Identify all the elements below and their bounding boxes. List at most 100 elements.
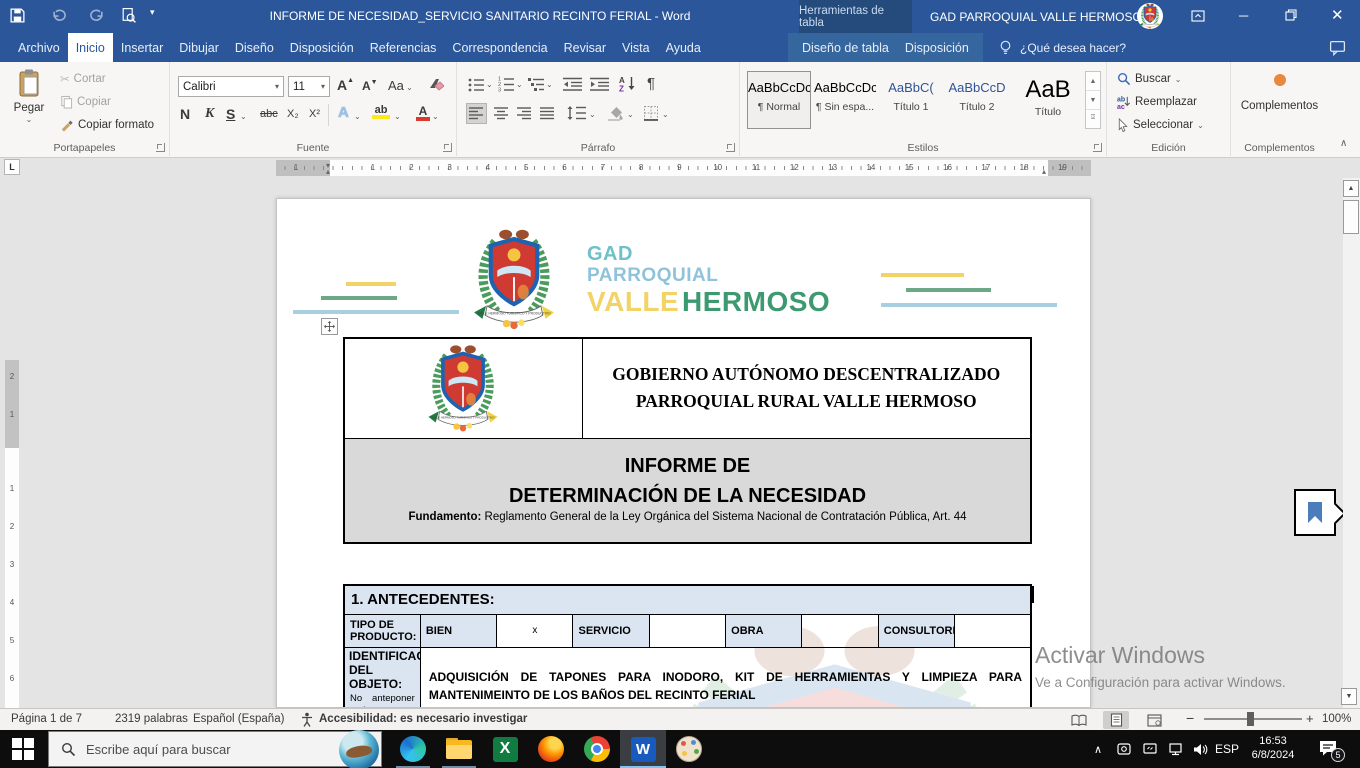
font-name-combo[interactable]: Calibri ▾ (178, 76, 284, 97)
tab-archivo[interactable]: Archivo (10, 33, 68, 62)
network-icon[interactable] (1164, 730, 1188, 768)
styles-scroll-down[interactable]: ▼ (1086, 91, 1100, 110)
zoom-in-button[interactable]: + (1306, 711, 1314, 726)
tab-insertar[interactable]: Insertar (113, 33, 171, 62)
superscript-button[interactable]: X² (309, 108, 320, 120)
accessibility-status[interactable]: Accesibilidad: es necesario investigar (319, 713, 527, 725)
document-area[interactable]: 2112345678 GAD PARROQUIAL VALLE HERMOSO (0, 178, 1360, 708)
underline-button[interactable]: S (226, 106, 235, 122)
copy-button[interactable]: Copiar (60, 95, 111, 109)
align-center-button[interactable] (494, 107, 509, 120)
style--normal[interactable]: AaBbCcDc ¶ Normal (747, 71, 811, 129)
tab-diseno[interactable]: Diseño (227, 33, 282, 62)
volume-icon[interactable] (1188, 730, 1212, 768)
multilevel-list-dropdown[interactable]: ⌄ (546, 80, 553, 89)
scrollbar-track[interactable] (1343, 178, 1360, 708)
align-left-button[interactable] (466, 103, 487, 124)
minimize-button[interactable]: ─ (1239, 8, 1248, 24)
contextual-tab-diseno-de-tabla[interactable]: Diseño de tabla (794, 33, 897, 62)
save-icon[interactable] (9, 7, 26, 24)
scrollbar-thumb[interactable] (1343, 200, 1359, 234)
strikethrough-button[interactable]: abc (260, 108, 278, 120)
tipo-mark-obra[interactable] (801, 613, 879, 648)
underline-dropdown[interactable]: ⌄ (240, 112, 247, 121)
style-título-1[interactable]: AaBbC(Título 1 (879, 71, 943, 129)
paste-dropdown[interactable]: ⌄ (8, 115, 50, 124)
tab-disposicion[interactable]: Disposición (282, 33, 362, 62)
font-dialog-launcher[interactable] (443, 143, 452, 152)
header-table[interactable]: GOBIERNO AUTÓNOMO DESCENTRALIZADO PARROQ… (343, 337, 1032, 544)
grow-font-button[interactable]: A▲ (337, 77, 354, 93)
tab-inicio[interactable]: Inicio (67, 33, 113, 62)
paragraph-dialog-launcher[interactable] (726, 143, 735, 152)
format-painter-button[interactable]: Copiar formato (60, 118, 154, 132)
clock[interactable]: 16:53 6/8/2024 (1242, 735, 1304, 763)
find-button[interactable]: Buscar ⌄ (1117, 72, 1182, 86)
font-color-button[interactable]: A (416, 104, 430, 121)
subscript-button[interactable]: X₂ (287, 108, 299, 120)
tab-selector[interactable]: L (4, 159, 20, 175)
style-título-2[interactable]: AaBbCcD Título 2 (945, 71, 1009, 129)
styles-dialog-launcher[interactable] (1093, 143, 1102, 152)
taskbar-word[interactable]: W (620, 730, 666, 768)
sort-icon[interactable]: AZ (619, 75, 637, 92)
tell-me[interactable]: ¿Qué desea hacer? (998, 33, 1126, 62)
page-indicator[interactable]: Página 1 de 7 (11, 713, 82, 725)
paste-button[interactable]: Pegar ⌄ (8, 68, 50, 144)
feedback-icon[interactable] (1329, 39, 1346, 56)
tab-revisar[interactable]: Revisar (556, 33, 614, 62)
highlight-button[interactable]: ab (372, 104, 390, 119)
tipo-mark-consultoria[interactable] (954, 613, 1032, 648)
pilcrow-icon[interactable]: ¶ (647, 75, 655, 92)
vertical-ruler[interactable]: 2112345678 (5, 360, 19, 708)
language-button[interactable]: ESP (1212, 730, 1242, 768)
print-preview-icon[interactable] (120, 7, 137, 24)
taskbar-explorer[interactable] (436, 730, 482, 768)
tab-referencias[interactable]: Referencias (362, 33, 445, 62)
tray-icon-1[interactable] (1112, 730, 1136, 768)
replace-button[interactable]: ab ac Reemplazar (1117, 95, 1197, 109)
close-button[interactable]: ✕ (1331, 8, 1344, 24)
tab-correspondencia[interactable]: Correspondencia (444, 33, 555, 62)
justify-button[interactable] (540, 107, 555, 120)
borders-icon[interactable] (643, 105, 659, 121)
change-case-button[interactable]: Aa ⌄ (388, 78, 413, 93)
search-assistant-icon[interactable] (339, 730, 379, 768)
zoom-level[interactable]: 100% (1322, 713, 1351, 725)
addins-button[interactable]: Complementos (1231, 74, 1328, 112)
text-effects-dropdown[interactable]: ⌄ (354, 112, 361, 121)
print-layout-button[interactable] (1103, 711, 1129, 729)
highlight-dropdown[interactable]: ⌄ (394, 112, 401, 121)
taskbar-search[interactable]: Escribe aquí para buscar (48, 730, 382, 768)
align-right-button[interactable] (517, 107, 532, 120)
tab-dibujar[interactable]: Dibujar (171, 33, 227, 62)
increase-indent-icon[interactable] (590, 77, 610, 92)
clipboard-dialog-launcher[interactable] (156, 143, 165, 152)
taskbar-firefox[interactable] (528, 730, 574, 768)
taskbar-paint[interactable] (666, 730, 712, 768)
clear-formatting-button[interactable] (426, 77, 444, 93)
shading-dropdown[interactable]: ⌄ (627, 110, 634, 119)
shrink-font-button[interactable]: A▼ (362, 79, 378, 93)
select-button[interactable]: Seleccionar ⌄ (1117, 118, 1204, 132)
collapse-ribbon-icon[interactable]: ∧ (1340, 138, 1347, 149)
restore-button[interactable] (1284, 8, 1298, 22)
ribbon-display-options-icon[interactable] (1190, 8, 1206, 24)
scroll-down-button[interactable]: ▼ (1341, 688, 1357, 705)
notification-button[interactable]: 5 (1318, 738, 1345, 762)
bookmark-flag[interactable] (1294, 489, 1336, 536)
web-layout-button[interactable] (1141, 711, 1167, 729)
bold-button[interactable]: N (180, 106, 190, 122)
tab-vista[interactable]: Vista (614, 33, 658, 62)
decrease-indent-icon[interactable] (563, 77, 583, 92)
italic-button[interactable]: K (205, 106, 214, 122)
avatar[interactable] (1137, 3, 1163, 29)
zoom-slider-thumb[interactable] (1247, 712, 1254, 726)
font-size-combo[interactable]: 11 ▾ (288, 76, 330, 97)
antecedentes-table[interactable]: 1. ANTECEDENTES: TIPO DE PRODUCTO: BIEN x S… (343, 584, 1032, 707)
undo-icon[interactable] (50, 7, 68, 24)
taskbar-edge[interactable] (390, 730, 436, 768)
styles-gallery-expand[interactable]: ⍗ (1086, 110, 1100, 128)
taskbar-chrome[interactable] (574, 730, 620, 768)
tipo-mark-servicio[interactable] (648, 613, 727, 648)
